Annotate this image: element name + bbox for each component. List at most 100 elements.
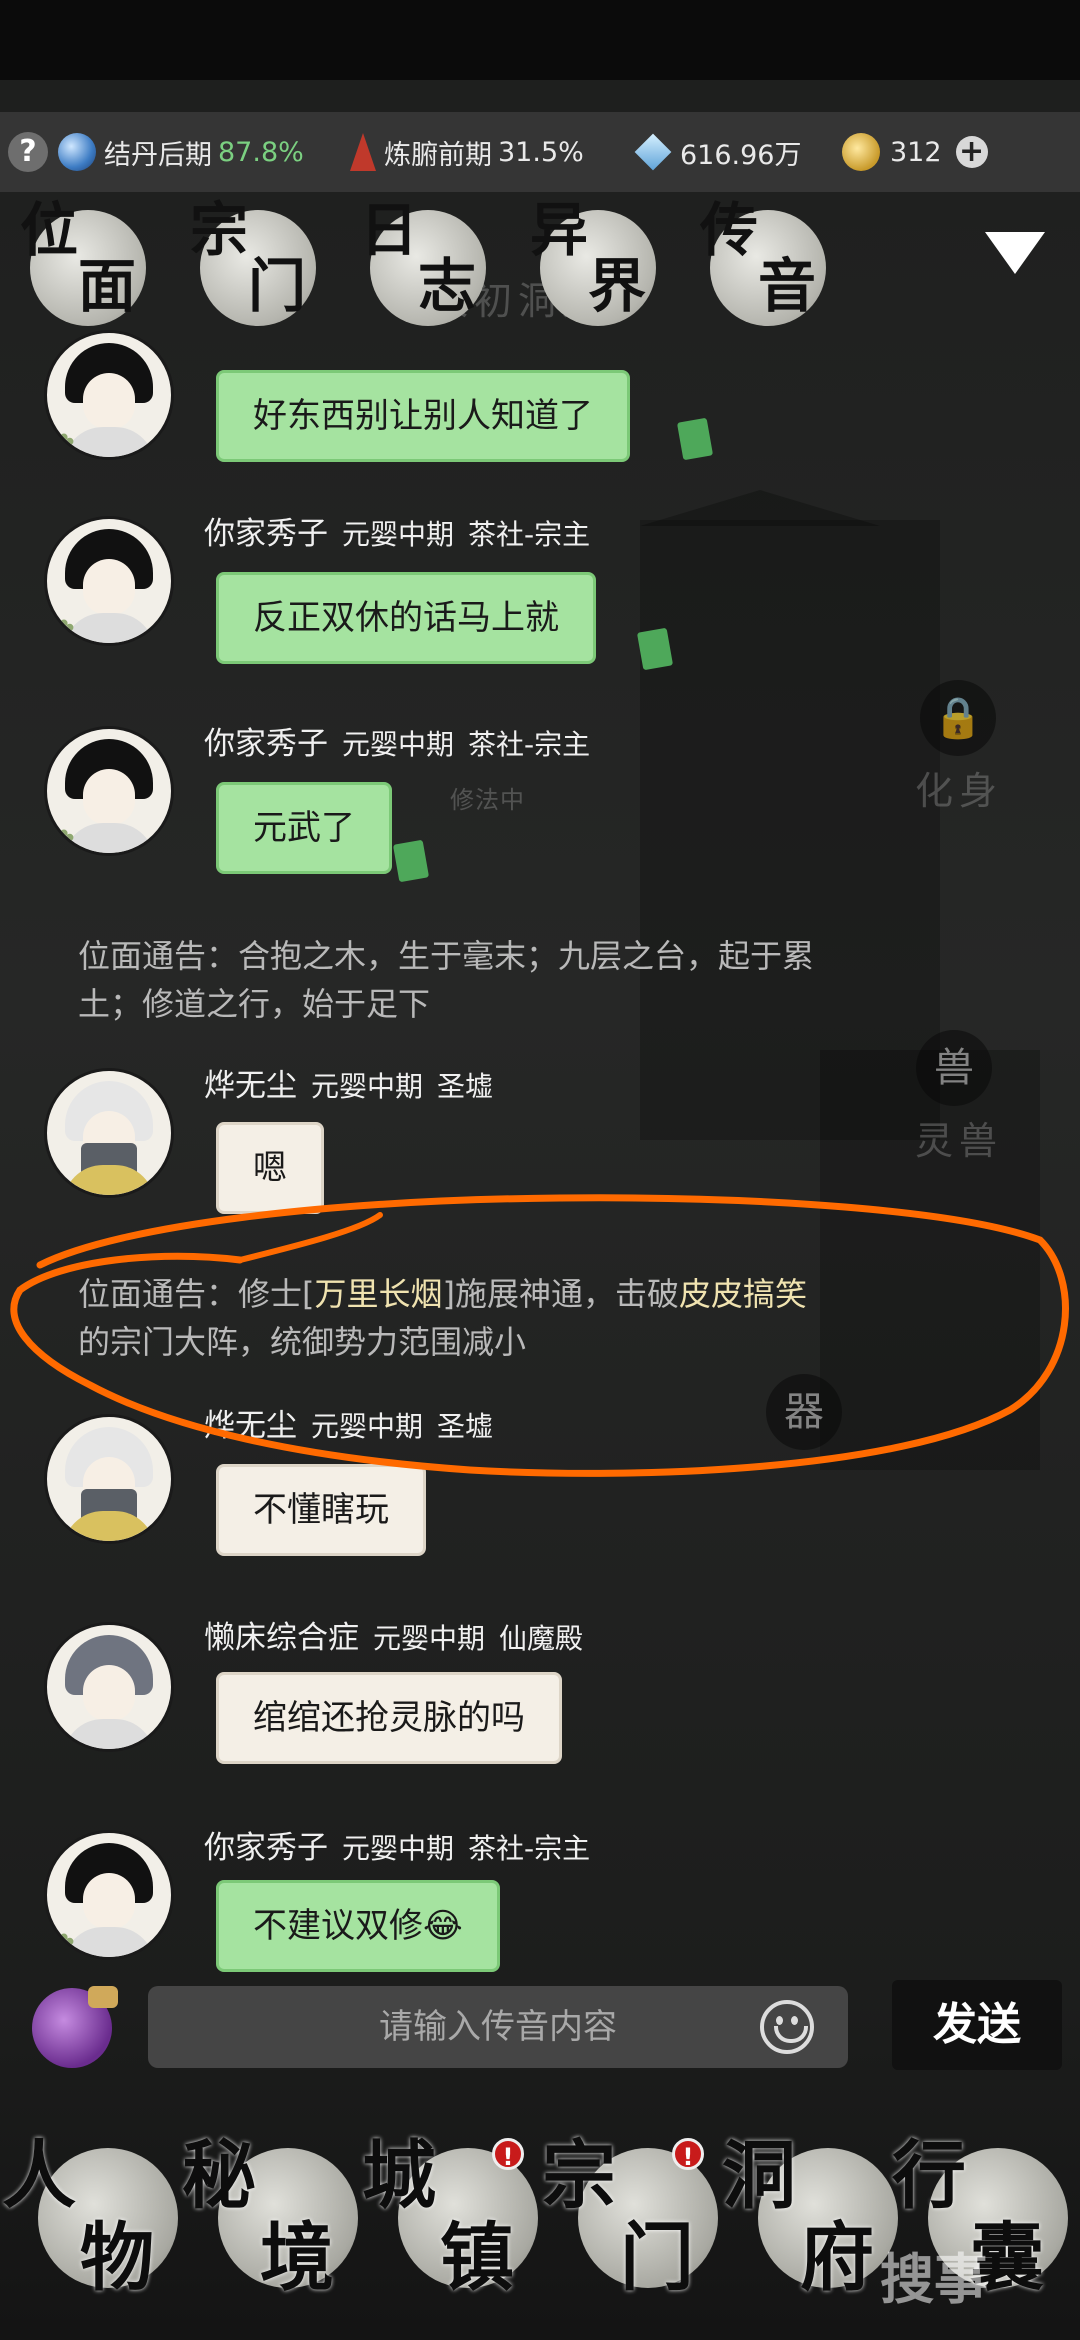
- cultivation-stage: 结丹后期: [104, 139, 212, 171]
- nav-char-1: 行: [892, 2133, 966, 2219]
- body-progress: 31.5%: [498, 136, 584, 168]
- nav-char-1: 秘: [182, 2133, 256, 2219]
- bottom-nav-character[interactable]: 人 物: [0, 2130, 180, 2330]
- book-icon: [636, 627, 674, 671]
- chat-bubble[interactable]: 绾绾还抢灵脉的吗: [216, 1672, 562, 1764]
- avatar[interactable]: [44, 1622, 174, 1752]
- sender-name[interactable]: 懒床综合症: [204, 1620, 359, 1656]
- send-button[interactable]: 发送: [892, 1980, 1062, 2070]
- notice-line: 土；修道之行，始于足下: [78, 985, 431, 1023]
- chat-bubble[interactable]: 嗯: [216, 1122, 324, 1214]
- avatar[interactable]: ✿: [44, 330, 174, 460]
- notice-line: 位面通告：合抱之木，生于毫末；九层之台，起于累: [78, 937, 815, 975]
- chat-bubble[interactable]: 不建议双修😂: [216, 1880, 500, 1972]
- beast-button[interactable]: 兽: [916, 1030, 992, 1106]
- spirit-beast-label: 灵兽: [915, 1119, 1004, 1163]
- nav-char-2: 界: [588, 252, 647, 320]
- top-nav-sect[interactable]: 宗 门: [186, 200, 326, 340]
- system-notice: 位面通告：修士[万里长烟]施展神通，击破皮皮搞笑 的宗门大阵，统御势力范围减小: [78, 1270, 1018, 1366]
- lock-icon[interactable]: 🔒: [920, 680, 996, 756]
- notice-text: ]施展神通，击破: [442, 1275, 680, 1313]
- sender-info: 懒床综合症 元婴中期 仙魔殿: [204, 1612, 583, 1657]
- artifact-button[interactable]: 器: [766, 1374, 842, 1450]
- cultivation-progress: 87.8%: [218, 136, 304, 168]
- sender-sect: 仙魔殿: [499, 1622, 584, 1655]
- emoji-icon[interactable]: [760, 2000, 814, 2054]
- nav-char-2: 物: [80, 2215, 154, 2301]
- sender-rank: 元婴中期: [342, 1832, 455, 1865]
- sender-rank: 元婴中期: [311, 1070, 424, 1103]
- nav-char-2: 府: [800, 2215, 874, 2301]
- sender-sect: 圣墟: [437, 1070, 494, 1103]
- avatar[interactable]: ✿: [44, 516, 174, 646]
- sender-name[interactable]: 你家秀子: [204, 726, 328, 762]
- spirit-stone-count: 616.96万: [680, 139, 802, 171]
- nav-char-1: 洞: [722, 2133, 796, 2219]
- watermark: 搜事: [880, 2248, 988, 2311]
- notice-text: 位面通告：修士[: [78, 1275, 315, 1313]
- message-input[interactable]: [148, 1986, 848, 2068]
- bottom-nav-secret-realm[interactable]: 秘 境: [180, 2130, 360, 2330]
- chat-bubble[interactable]: 好东西别让别人知道了: [216, 370, 630, 462]
- system-notice: 位面通告：合抱之木，生于毫末；九层之台，起于累 土；修道之行，始于足下: [78, 932, 1018, 1028]
- notice-line: 位面通告：修士[万里长烟]施展神通，击破皮皮搞笑: [78, 1270, 1018, 1318]
- avatar[interactable]: ✿: [44, 726, 174, 856]
- sender-name[interactable]: 你家秀子: [204, 516, 328, 552]
- gourd-icon[interactable]: [32, 1986, 118, 2068]
- chat-bubble[interactable]: 元武了: [216, 782, 392, 874]
- sender-rank: 元婴中期: [311, 1410, 424, 1443]
- top-nav-otherworld[interactable]: 异 界: [526, 200, 666, 340]
- bottom-nav-cave-mansion[interactable]: 洞 府: [720, 2130, 900, 2330]
- game-screen: 太初洞府 修法中 🔒 化身 兽 灵兽 器 ? 结丹后期 87.8% 炼腑前期 3…: [0, 0, 1080, 2340]
- sender-info: 烨无尘 元婴中期 圣墟: [204, 1060, 493, 1105]
- sender-sect: 茶社-宗主: [468, 728, 591, 761]
- player-name-link[interactable]: 万里长烟: [315, 1275, 443, 1313]
- sender-sect: 圣墟: [437, 1410, 494, 1443]
- sender-name[interactable]: 你家秀子: [204, 1830, 328, 1866]
- chat-input-bar: 发送: [0, 1980, 1080, 2090]
- notice-line: 的宗门大阵，统御势力范围减小: [78, 1323, 527, 1361]
- chat-bubble[interactable]: 反正双休的话马上就: [216, 572, 596, 664]
- nav-char-1: 异: [530, 196, 589, 264]
- gold-count: 312: [890, 136, 942, 168]
- cultivation-orb-icon: [58, 133, 96, 171]
- nav-char-2: 境: [260, 2215, 334, 2301]
- chat-bubble[interactable]: 不懂瞎玩: [216, 1464, 426, 1556]
- nav-char-1: 宗: [542, 2133, 616, 2219]
- notification-badge: !: [672, 2138, 704, 2171]
- book-icon: [676, 417, 714, 461]
- background-pavilion: [640, 520, 940, 1140]
- collapse-triangle-icon[interactable]: [980, 220, 1050, 290]
- sender-sect: 茶社-宗主: [468, 1832, 591, 1865]
- avatar[interactable]: [44, 1068, 174, 1198]
- top-nav-log[interactable]: 日 志: [356, 200, 496, 340]
- nav-char-2: 门: [248, 252, 307, 320]
- background-roof: [640, 490, 880, 526]
- add-gold-button[interactable]: +: [955, 136, 988, 168]
- nav-char-1: 宗: [190, 196, 249, 264]
- bottom-nav-town[interactable]: 城 镇 !: [360, 2130, 540, 2330]
- avatar[interactable]: ✿: [44, 1830, 174, 1960]
- resource-bar: ? 结丹后期 87.8% 炼腑前期 31.5% 616.96万 312 +: [0, 112, 1080, 192]
- nav-char-1: 位: [20, 196, 79, 264]
- body-stage: 炼腑前期: [384, 139, 492, 171]
- sender-rank: 元婴中期: [373, 1622, 486, 1655]
- avatar[interactable]: [44, 1414, 174, 1544]
- nav-char-2: 志: [418, 252, 477, 320]
- sender-name[interactable]: 烨无尘: [204, 1408, 297, 1444]
- bottom-nav-sect[interactable]: 宗 门 !: [540, 2130, 720, 2330]
- spirit-stone-icon: [634, 133, 672, 171]
- sender-info: 你家秀子 元婴中期 茶社-宗主: [204, 1822, 590, 1867]
- top-nav-plane[interactable]: 位 面: [16, 200, 156, 340]
- sender-rank: 元婴中期: [342, 518, 455, 551]
- avatar-label: 化身: [915, 769, 1004, 813]
- sect-name-link[interactable]: 皮皮搞笑: [679, 1275, 807, 1313]
- top-nav-message[interactable]: 传 音: [696, 200, 836, 340]
- nav-char-2: 面: [78, 252, 137, 320]
- nav-char-1: 传: [700, 196, 759, 264]
- nav-char-1: 人: [2, 2133, 76, 2219]
- practicing-label: 修法中: [450, 786, 525, 814]
- sender-sect: 茶社-宗主: [468, 518, 591, 551]
- sender-name[interactable]: 烨无尘: [204, 1068, 297, 1104]
- help-icon[interactable]: ?: [8, 132, 48, 172]
